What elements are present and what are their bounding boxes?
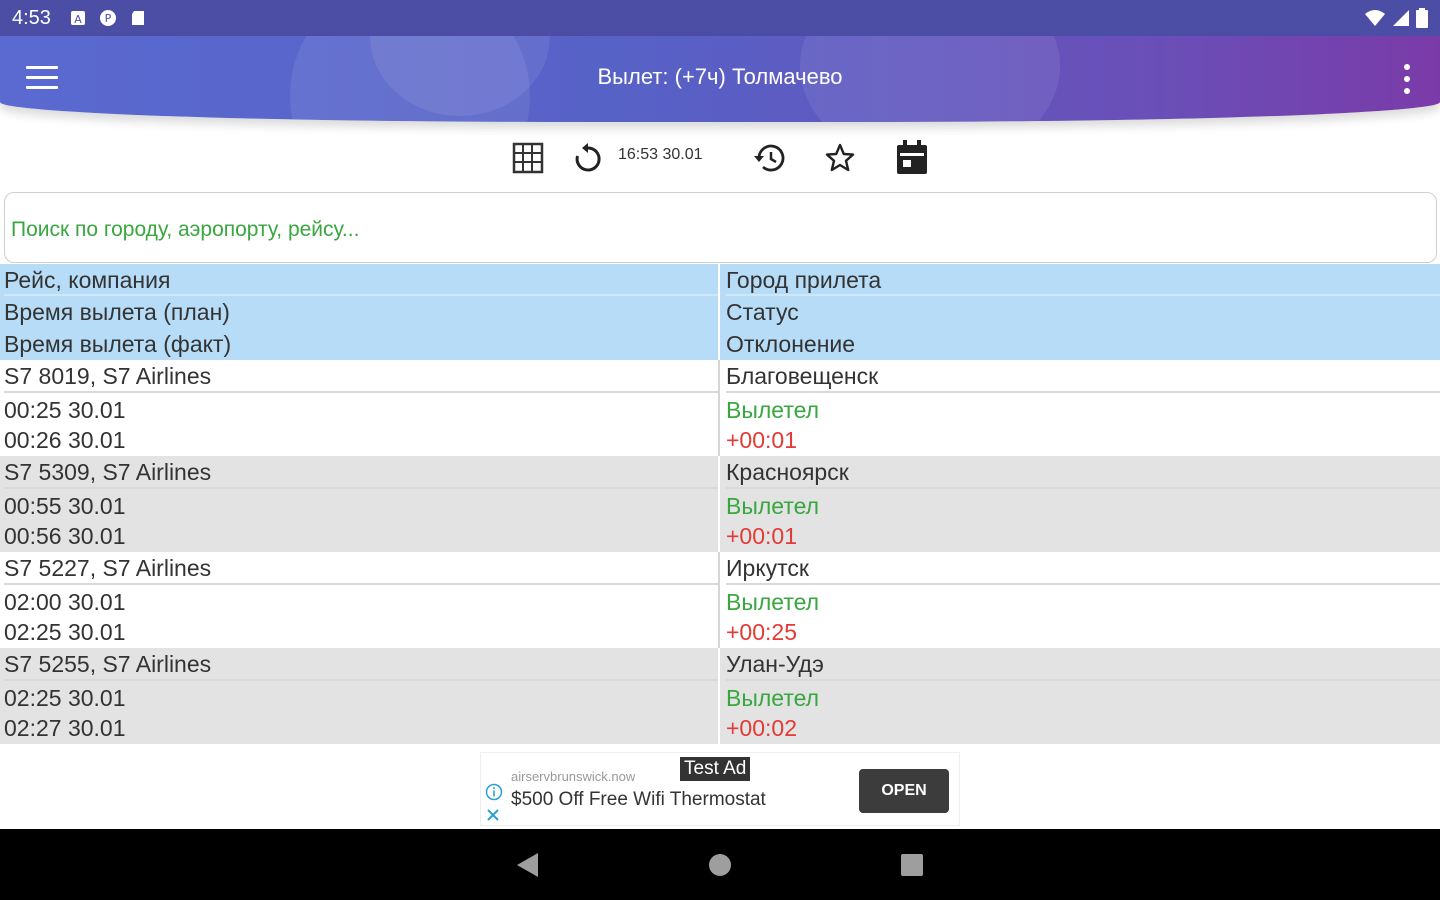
ad-headline[interactable]: $500 Off Free Wifi Thermostat <box>511 789 766 811</box>
departure-planned: 02:25 30.01 <box>4 685 126 711</box>
flight-status: Вылетел <box>726 397 820 423</box>
grid-icon[interactable] <box>510 138 546 178</box>
flight-status: Вылетел <box>726 589 820 615</box>
flight-deviation: +00:01 <box>726 427 797 453</box>
departure-actual: 02:25 30.01 <box>4 619 126 645</box>
header-status: Статус <box>726 299 799 325</box>
ad-open-button[interactable]: OPEN <box>859 769 949 813</box>
page-title: Вылет: (+7ч) Толмачево <box>597 64 843 89</box>
recents-icon[interactable] <box>900 853 924 877</box>
flight-company: S7 5255, S7 Airlines <box>4 648 718 681</box>
header-departure-actual: Время вылета (факт) <box>4 331 232 357</box>
app-bar: Вылет: (+7ч) Толмачево <box>0 36 1440 122</box>
header-deviation: Отклонение <box>726 331 856 357</box>
header-flight-company: Рейс, компания <box>4 264 718 296</box>
table-row[interactable]: S7 5227, S7 Airlines 02:00 30.01 02:25 3… <box>0 552 1440 648</box>
header-departure-planned: Время вылета (план) <box>4 299 230 325</box>
status-time: 4:53 <box>12 6 51 29</box>
departure-actual: 00:56 30.01 <box>4 523 126 549</box>
flight-deviation: +00:02 <box>726 715 797 741</box>
flight-status: Вылетел <box>726 685 820 711</box>
ad-domain: airservbrunswick.now <box>511 769 636 784</box>
system-nav-bar <box>0 829 1440 900</box>
search-field[interactable] <box>4 192 1437 263</box>
arrival-city: Улан-Удэ <box>726 648 1440 681</box>
header-arrival-city: Город прилета <box>726 264 1440 296</box>
departure-planned: 02:00 30.01 <box>4 589 126 615</box>
ad-banner[interactable]: airservbrunswick.now Test Ad $500 Off Fr… <box>480 752 960 826</box>
flight-company: S7 8019, S7 Airlines <box>4 360 718 393</box>
star-icon[interactable] <box>822 138 858 178</box>
table-header: Рейс, компания Время вылета (план) Время… <box>0 264 1440 360</box>
more-vert-icon[interactable] <box>1402 64 1412 94</box>
history-icon[interactable] <box>750 138 786 178</box>
departure-actual: 02:27 30.01 <box>4 715 126 741</box>
arrival-city: Иркутск <box>726 552 1440 585</box>
refresh-icon[interactable] <box>570 138 606 178</box>
table-row[interactable]: S7 5309, S7 Airlines 00:55 30.01 00:56 3… <box>0 456 1440 552</box>
departure-planned: 00:25 30.01 <box>4 397 126 423</box>
arrival-city: Красноярск <box>726 456 1440 489</box>
table-row[interactable]: S7 8019, S7 Airlines 00:25 30.01 00:26 3… <box>0 360 1440 456</box>
arrival-city: Благовещенск <box>726 360 1440 393</box>
departures-table: Рейс, компания Время вылета (план) Время… <box>0 264 1440 744</box>
calendar-icon[interactable] <box>893 138 931 178</box>
update-time: 16:53 30.01 <box>618 146 703 163</box>
table-row[interactable]: S7 5255, S7 Airlines 02:25 30.01 02:27 3… <box>0 648 1440 744</box>
flight-deviation: +00:01 <box>726 523 797 549</box>
test-ad-badge: Test Ad <box>679 756 752 782</box>
flight-company: S7 5227, S7 Airlines <box>4 552 718 585</box>
info-icon[interactable] <box>485 783 503 801</box>
departure-planned: 00:55 30.01 <box>4 493 126 519</box>
notification-a-icon: A <box>70 11 85 26</box>
flight-company: S7 5309, S7 Airlines <box>4 456 718 489</box>
toolbar: 16:53 30.01 <box>0 132 1440 184</box>
search-input[interactable] <box>11 213 1411 247</box>
signal-icon <box>1393 10 1409 26</box>
back-icon[interactable] <box>514 851 540 879</box>
home-icon[interactable] <box>708 853 732 877</box>
svg-text:P: P <box>105 12 112 25</box>
battery-icon <box>1416 8 1428 28</box>
departure-actual: 00:26 30.01 <box>4 427 126 453</box>
close-icon[interactable] <box>485 807 501 823</box>
sd-card-icon <box>131 11 144 25</box>
flight-status: Вылетел <box>726 493 820 519</box>
notification-p-icon: P <box>99 10 116 26</box>
status-bar: 4:53 A P <box>0 0 1440 36</box>
flight-deviation: +00:25 <box>726 619 797 645</box>
svg-text:A: A <box>74 13 82 26</box>
wifi-icon <box>1365 10 1385 26</box>
